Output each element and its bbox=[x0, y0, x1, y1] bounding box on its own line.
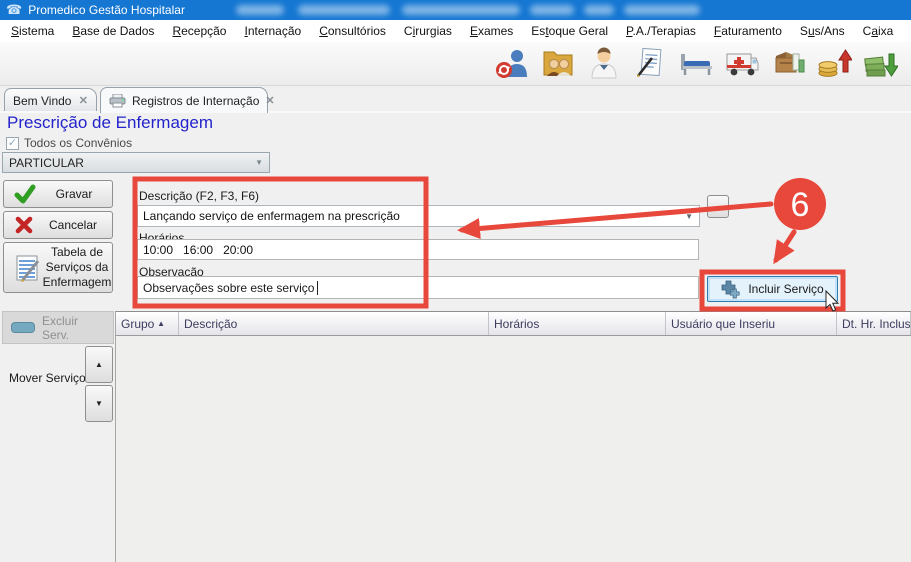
combo-dropdown-icon[interactable]: ▼ bbox=[679, 212, 699, 221]
browse-label: ... bbox=[713, 201, 722, 213]
column-header-label: Usuário que Inseriu bbox=[671, 317, 775, 331]
todos-convenios-row: ✓ Todos os Convênios bbox=[6, 136, 132, 150]
table-pencil-icon bbox=[14, 253, 42, 283]
column-header-3[interactable]: Horários bbox=[489, 312, 666, 335]
annotation-arrow-to-button bbox=[776, 232, 794, 260]
tab-bar: Bem Vindo ✕ Registros de Internação ✕ bbox=[0, 86, 911, 112]
redacted-text bbox=[402, 5, 520, 15]
doctor-icon[interactable] bbox=[586, 46, 622, 80]
check-icon bbox=[14, 184, 36, 204]
toolbar bbox=[0, 42, 911, 86]
services-table: Grupo▲ Descrição Horários Usuário que Inser… bbox=[115, 311, 911, 562]
tab-label: Registros de Internação bbox=[132, 94, 259, 108]
move-down-button[interactable]: ▼ bbox=[85, 385, 113, 422]
menu-item-sus-ans[interactable]: Sus/Ans bbox=[791, 21, 854, 41]
menu-item-sistema[interactable]: Sistema bbox=[2, 21, 63, 41]
menu-item-exames[interactable]: Exames bbox=[461, 21, 522, 41]
plus-icon bbox=[721, 280, 741, 299]
descricao-label: Descrição (F2, F3, F6) bbox=[139, 189, 259, 203]
excluir-servico-label: Excluir Serv. bbox=[42, 314, 105, 342]
menu-item-cirurgias[interactable]: Cirurgias bbox=[395, 21, 461, 41]
menu-item-administracao[interactable]: Administração bbox=[902, 21, 911, 41]
tabela-servicos-label: Tabela de Serviços da Enfermagem bbox=[42, 245, 112, 290]
move-up-button[interactable]: ▲ bbox=[85, 346, 113, 383]
annotation-step-number: 6 bbox=[791, 186, 810, 224]
money-out-icon[interactable] bbox=[862, 46, 898, 80]
menu-item-pa-terapias[interactable]: P.A./Terapias bbox=[617, 21, 705, 41]
stock-supplies-icon[interactable] bbox=[770, 46, 806, 80]
hospital-bed-icon[interactable] bbox=[678, 46, 714, 80]
redacted-text bbox=[530, 5, 574, 15]
money-in-icon[interactable] bbox=[816, 46, 852, 80]
page-title: Prescrição de Enfermagem bbox=[7, 113, 213, 133]
arrow-down-icon: ▼ bbox=[95, 399, 103, 408]
menu-item-base-de-dados[interactable]: Base de Dados bbox=[63, 21, 163, 41]
observacao-value: Observações sobre este serviço bbox=[143, 281, 314, 295]
mover-servico-label: Mover Serviço bbox=[9, 371, 86, 385]
menu-item-internacao[interactable]: Internação bbox=[235, 21, 310, 41]
chevron-down-icon: ▼ bbox=[255, 158, 263, 167]
ambulance-icon[interactable] bbox=[724, 46, 760, 80]
excluir-servico-button[interactable]: Excluir Serv. bbox=[2, 311, 114, 344]
arrow-up-icon: ▲ bbox=[95, 360, 103, 369]
redacted-text bbox=[298, 5, 390, 15]
descricao-input[interactable] bbox=[138, 209, 679, 223]
browse-button[interactable]: ... bbox=[707, 195, 729, 218]
tab-label: Bem Vindo bbox=[13, 94, 71, 108]
tab-registros-de-internacao[interactable]: Registros de Internação ✕ bbox=[100, 87, 268, 113]
convenio-dropdown[interactable]: PARTICULAR ▼ bbox=[2, 152, 270, 173]
incluir-servico-label: Incluir Serviço bbox=[748, 282, 823, 296]
tabela-servicos-button[interactable]: Tabela de Serviços da Enfermagem bbox=[3, 242, 113, 293]
text-cursor bbox=[317, 281, 318, 295]
tab-close-icon[interactable]: ✕ bbox=[79, 94, 88, 107]
menu-item-caixa[interactable]: Caixa bbox=[854, 21, 903, 41]
redacted-text bbox=[624, 5, 700, 15]
window-title: Promedico Gestão Hospitalar bbox=[28, 3, 185, 17]
column-header-5[interactable]: Dt. Hr. Inclusão bbox=[837, 312, 911, 335]
table-header: Grupo▲ Descrição Horários Usuário que Inser… bbox=[116, 312, 911, 336]
service-bar-icon bbox=[11, 322, 35, 333]
column-header-label: Dt. Hr. Inclusão bbox=[842, 317, 911, 331]
horarios-input[interactable] bbox=[137, 239, 699, 260]
gravar-label: Gravar bbox=[36, 187, 112, 202]
sync-users-icon[interactable] bbox=[494, 46, 530, 80]
tab-bem-vindo[interactable]: Bem Vindo ✕ bbox=[4, 88, 97, 112]
cancelar-label: Cancelar bbox=[34, 218, 112, 233]
annotation-step-circle bbox=[774, 178, 826, 230]
cancelar-button[interactable]: Cancelar bbox=[3, 211, 113, 239]
menu-item-faturamento[interactable]: Faturamento bbox=[705, 21, 791, 41]
patients-folder-icon[interactable] bbox=[540, 46, 576, 80]
printer-icon bbox=[109, 94, 126, 108]
convenio-value: PARTICULAR bbox=[9, 156, 84, 170]
sort-asc-icon: ▲ bbox=[157, 319, 165, 328]
descricao-combobox: ▼ bbox=[137, 205, 700, 227]
observacao-input[interactable]: Observações sobre este serviço bbox=[137, 276, 699, 299]
column-header-label: Horários bbox=[494, 317, 539, 331]
column-header-2[interactable]: Descrição bbox=[179, 312, 489, 335]
app-window: ☎ Promedico Gestão Hospitalar SistemaBas… bbox=[0, 0, 911, 562]
title-bar: ☎ Promedico Gestão Hospitalar bbox=[0, 0, 911, 20]
column-header-4[interactable]: Usuário que Inseriu bbox=[666, 312, 837, 335]
column-header-label: Descrição bbox=[184, 317, 237, 331]
redacted-text bbox=[236, 5, 284, 15]
column-header-label: Grupo bbox=[121, 317, 154, 331]
menu-item-consultorios[interactable]: Consultórios bbox=[310, 21, 395, 41]
todos-convenios-label: Todos os Convênios bbox=[24, 136, 132, 150]
menu-item-recepcao[interactable]: Recepção bbox=[163, 21, 235, 41]
tab-close-icon[interactable]: ✕ bbox=[265, 94, 274, 107]
incluir-servico-button[interactable]: Incluir Serviço bbox=[707, 276, 838, 302]
todos-convenios-checkbox[interactable]: ✓ bbox=[6, 137, 19, 150]
app-icon: ☎ bbox=[6, 0, 22, 20]
menu-bar: SistemaBase de DadosRecepçãoInternaçãoCo… bbox=[0, 20, 911, 42]
redacted-text bbox=[584, 5, 614, 15]
menu-item-estoque-geral[interactable]: Estoque Geral bbox=[522, 21, 617, 41]
gravar-button[interactable]: Gravar bbox=[3, 180, 113, 208]
column-header-1[interactable]: Grupo▲ bbox=[116, 312, 179, 335]
x-icon bbox=[14, 215, 34, 235]
prescription-document-icon[interactable] bbox=[632, 46, 668, 80]
